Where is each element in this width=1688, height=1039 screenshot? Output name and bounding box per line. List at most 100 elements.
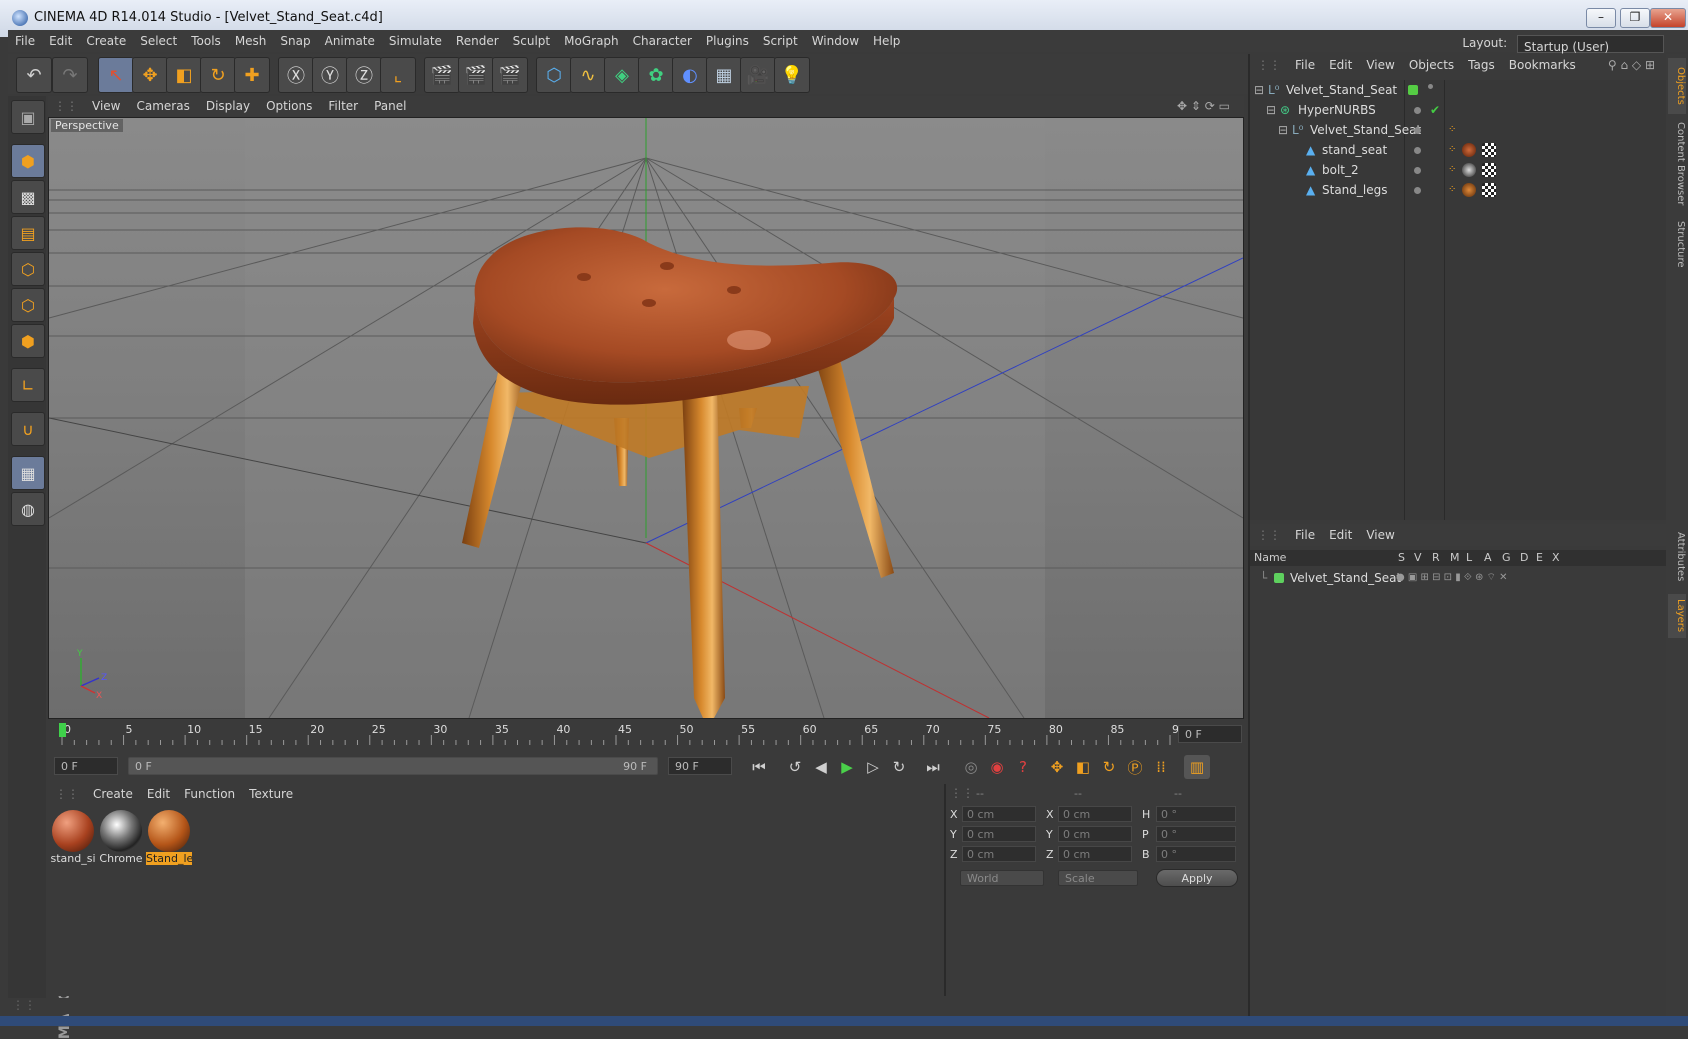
timeline-window-icon[interactable]: ▥	[1184, 755, 1210, 779]
keyframe-selection-icon[interactable]: ?	[1010, 755, 1036, 779]
visibility-dot[interactable]	[1414, 107, 1421, 114]
model-mode-icon[interactable]: ⬢	[11, 144, 45, 178]
position-y-field[interactable]: 0 cm	[962, 826, 1036, 842]
render-picture-viewer-icon[interactable]: 🎬	[458, 57, 494, 93]
enabled-check-icon[interactable]: ✔	[1430, 100, 1440, 120]
material-menu-create[interactable]: Create	[86, 784, 140, 804]
autokey-icon[interactable]: ◉	[984, 755, 1010, 779]
menu-snap[interactable]: Snap	[273, 30, 317, 52]
visibility-dot[interactable]	[1414, 147, 1421, 154]
y-axis-lock-icon[interactable]: Ⓨ	[312, 57, 348, 93]
snap-magnet-icon[interactable]: ∪	[11, 412, 45, 446]
menu-plugins[interactable]: Plugins	[699, 30, 756, 52]
layer-col-locked[interactable]: L	[1466, 551, 1472, 564]
workplane-lock-icon[interactable]: ▦	[11, 456, 45, 490]
menu-edit[interactable]: Edit	[42, 30, 79, 52]
next-frame-icon[interactable]: ▷	[860, 755, 886, 779]
texture-mode-icon[interactable]: ▩	[11, 180, 45, 214]
layer-menu-view[interactable]: View	[1359, 524, 1401, 546]
object-menu-tags[interactable]: Tags	[1461, 54, 1502, 76]
phong-tag-icon[interactable]: ⁘	[1448, 120, 1456, 140]
layer-flag-icons[interactable]: ● ▣ ⊞ ⊟ ⊡ ▮ ⟐ ⊛ ⌔ ✕	[1396, 568, 1507, 588]
redo-icon[interactable]: ↷	[52, 57, 88, 93]
key-parameter-icon[interactable]: Ⓟ	[1122, 755, 1148, 779]
visibility-dot[interactable]	[1414, 167, 1421, 174]
layer-col-manager[interactable]: M	[1450, 551, 1460, 564]
go-to-start-icon[interactable]: ⏮	[746, 755, 772, 779]
key-position-icon[interactable]: ✥	[1044, 755, 1070, 779]
tree-row[interactable]: ⊟ ⊛ HyperNURBS ✔	[1250, 100, 1668, 120]
uvw-tag-icon[interactable]	[1482, 143, 1496, 157]
current-frame-field[interactable]: 0 F	[1178, 725, 1242, 743]
rotation-b-field[interactable]: 0 °	[1156, 846, 1236, 862]
menu-animate[interactable]: Animate	[318, 30, 382, 52]
move-tool-icon[interactable]: ✥	[132, 57, 168, 93]
spline-icon[interactable]: ∿	[570, 57, 606, 93]
collapse-icon[interactable]: ⊟	[1254, 80, 1264, 100]
coordinate-system-icon[interactable]: ⌞	[380, 57, 416, 93]
apply-button[interactable]: Apply	[1156, 869, 1238, 887]
points-mode-icon[interactable]: ⬡	[11, 252, 45, 286]
material-tag-icon[interactable]	[1462, 183, 1476, 197]
tree-row[interactable]: ▲ bolt_2 ⁘	[1250, 160, 1668, 180]
minimize-button[interactable]: –	[1586, 8, 1616, 28]
layer-row[interactable]: └ Velvet_Stand_Seat ● ▣ ⊞ ⊟ ⊡ ▮ ⟐ ⊛ ⌔ ✕	[1250, 568, 1668, 588]
layer-color-swatch[interactable]	[1274, 573, 1284, 583]
maximize-button[interactable]: ❐	[1620, 8, 1650, 28]
viewport-menu-view[interactable]: View	[84, 96, 128, 116]
x-axis-lock-icon[interactable]: Ⓧ	[278, 57, 314, 93]
material-swatch[interactable]: Chrome	[98, 808, 144, 870]
layout-dropdown[interactable]: Startup (User)	[1517, 34, 1664, 54]
mograph-cloner-icon[interactable]: ✿	[638, 57, 674, 93]
material-swatch[interactable]: Stand_le	[146, 808, 192, 870]
visibility-dot[interactable]	[1428, 84, 1433, 89]
close-button[interactable]: ✕	[1650, 8, 1686, 28]
rotation-h-field[interactable]: 0 °	[1156, 806, 1236, 822]
menu-sculpt[interactable]: Sculpt	[506, 30, 557, 52]
previous-key-icon[interactable]: ↺	[782, 755, 808, 779]
position-z-field[interactable]: 0 cm	[962, 846, 1036, 862]
material-menu-edit[interactable]: Edit	[140, 784, 177, 804]
layer-menu-file[interactable]: File	[1288, 524, 1322, 546]
viewport-menu-options[interactable]: Options	[258, 96, 320, 116]
collapse-icon[interactable]: ⊟	[1266, 100, 1276, 120]
floor-icon[interactable]: ▦	[706, 57, 742, 93]
quantize-icon[interactable]: ◍	[11, 492, 45, 526]
light-icon[interactable]: 💡	[774, 57, 810, 93]
key-rotation-icon[interactable]: ↻	[1096, 755, 1122, 779]
tree-row[interactable]: ▲ Stand_legs ⁘	[1250, 180, 1668, 200]
z-axis-lock-icon[interactable]: Ⓩ	[346, 57, 382, 93]
collapse-icon[interactable]: ⊟	[1278, 120, 1288, 140]
layer-col-xref[interactable]: X	[1552, 551, 1560, 564]
layer-col-animation[interactable]: A	[1484, 551, 1492, 564]
layer-col-solo[interactable]: S	[1398, 551, 1405, 564]
tab-objects[interactable]: Objects	[1668, 58, 1686, 114]
tree-row[interactable]: ⊟ L⁰ Velvet_Stand_Seat	[1250, 80, 1668, 100]
material-menu-function[interactable]: Function	[177, 784, 242, 804]
menu-select[interactable]: Select	[133, 30, 184, 52]
undo-icon[interactable]: ↶	[16, 57, 52, 93]
edges-mode-icon[interactable]: ⬡	[11, 288, 45, 322]
timeline-ruler[interactable]: 051015202530354045505560657075808590 0 F	[48, 721, 1244, 749]
material-menu-texture[interactable]: Texture	[242, 784, 300, 804]
phong-tag-icon[interactable]: ⁘	[1448, 140, 1456, 160]
cube-primitive-icon[interactable]: ⬡	[536, 57, 572, 93]
layer-col-expressions[interactable]: E	[1536, 551, 1543, 564]
tab-layers[interactable]: Layers	[1668, 594, 1686, 638]
playhead-marker[interactable]	[59, 723, 66, 737]
tab-structure[interactable]: Structure	[1668, 214, 1686, 274]
previous-frame-icon[interactable]: ◀	[808, 755, 834, 779]
menu-simulate[interactable]: Simulate	[382, 30, 449, 52]
end-frame-field[interactable]: 90 F	[668, 757, 732, 775]
layer-col-render[interactable]: R	[1432, 551, 1440, 564]
tree-row[interactable]: ▲ stand_seat ⁘	[1250, 140, 1668, 160]
menu-create[interactable]: Create	[79, 30, 133, 52]
layer-col-deformers[interactable]: D	[1520, 551, 1528, 564]
layer-col-view[interactable]: V	[1414, 551, 1422, 564]
rotation-p-field[interactable]: 0 °	[1156, 826, 1236, 842]
tree-row[interactable]: ⊟ L⁰ Velvet_Stand_Seat ⁘	[1250, 120, 1668, 140]
viewport-nav-icons[interactable]: ✥ ⇕ ⟳ ▭	[1169, 96, 1238, 116]
material-tag-icon[interactable]	[1462, 163, 1476, 177]
uvw-tag-icon[interactable]	[1482, 163, 1496, 177]
polygons-mode-icon[interactable]: ⬢	[11, 324, 45, 358]
